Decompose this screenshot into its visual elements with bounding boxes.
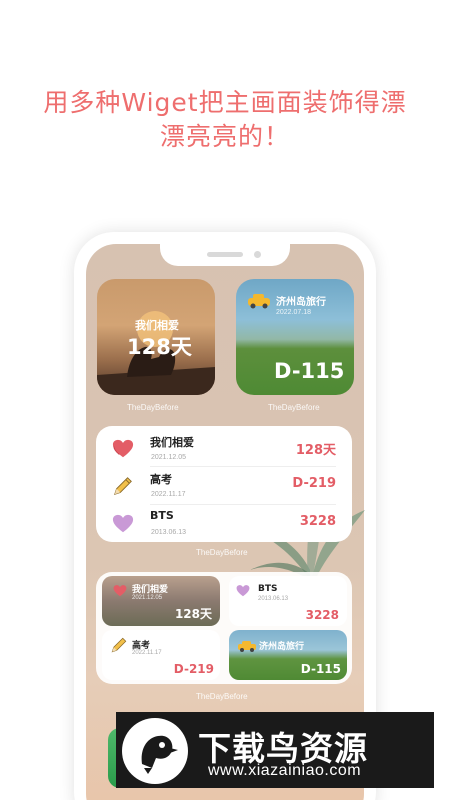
- events-list-widget[interactable]: 我们相爱 2021.12.05 128天 高考 2022.11.17 D-219…: [96, 426, 352, 542]
- grid-cell-gaokao[interactable]: 高考 2022.11.17 D-219: [102, 630, 220, 680]
- row-divider: [150, 504, 336, 505]
- list-item-value: 3228: [299, 514, 336, 529]
- list-item-date: 2013.06.13: [151, 529, 187, 536]
- heart-icon: [113, 585, 127, 597]
- grid-cell-value: 128天: [174, 607, 212, 621]
- grid-cell-value: D-115: [300, 662, 341, 676]
- couple-widget[interactable]: 我们相爱 128天: [97, 279, 215, 395]
- brand-label: TheDayBefore: [127, 403, 179, 412]
- list-item-date: 2022.11.17: [151, 491, 186, 498]
- jeju-date: 2022.07.18: [276, 309, 312, 316]
- jeju-title: 济州岛旅行: [276, 297, 326, 308]
- purple-heart-icon: [236, 585, 250, 597]
- purple-heart-icon: [112, 514, 134, 533]
- row-divider: [150, 466, 336, 467]
- list-item-date: 2021.12.05: [151, 454, 187, 461]
- pencil-icon: [111, 637, 127, 653]
- list-item-name: BTS: [150, 509, 174, 522]
- grid-cell-value: D-219: [173, 662, 214, 676]
- promo-headline: 用多种Wiget把主画面装饰得漂 漂亮亮的！: [0, 86, 450, 154]
- grid-cell-name: BTS: [258, 584, 278, 594]
- grid-cell-date: 2013.06.13: [258, 596, 289, 602]
- list-item[interactable]: 高考 2022.11.17 D-219: [96, 469, 352, 505]
- list-item-name: 高考: [150, 473, 172, 486]
- headline-line-1: 用多种Wiget把主画面装饰得漂: [43, 88, 407, 117]
- grid-cell-bts[interactable]: BTS 2013.06.13 3228: [229, 576, 347, 626]
- pencil-icon: [114, 477, 132, 495]
- speaker-grille: [207, 252, 243, 257]
- couple-value: 128天: [127, 335, 192, 359]
- grid-cell-couple[interactable]: 我们相爱 2021.12.05 128天: [102, 576, 220, 626]
- list-item[interactable]: 我们相爱 2021.12.05 128天: [96, 432, 352, 468]
- list-item-value: D-219: [292, 476, 336, 491]
- heart-icon: [112, 439, 134, 458]
- watermark-url: www.xiazainiao.com: [208, 762, 362, 779]
- brand-label: TheDayBefore: [196, 692, 248, 701]
- grid-cell-jeju[interactable]: 济州岛旅行 D-115: [229, 630, 347, 680]
- bird-logo-icon: [122, 718, 188, 784]
- grid-cell-value: 3228: [305, 608, 339, 622]
- list-item[interactable]: BTS 2013.06.13 3228: [96, 507, 352, 543]
- brand-label: TheDayBefore: [268, 403, 320, 412]
- list-item-name: 我们相爱: [150, 436, 194, 449]
- car-icon: [238, 641, 256, 652]
- grid-cell-name: 我们相爱: [132, 585, 169, 595]
- brand-label: TheDayBefore: [196, 548, 248, 557]
- headline-line-2: 漂亮亮的！: [159, 122, 290, 151]
- grid-cell-date: 2021.12.05: [132, 595, 163, 601]
- camera-dot: [254, 251, 261, 258]
- car-icon: [248, 294, 270, 309]
- jeju-value: D-115: [274, 359, 345, 383]
- list-item-value: 128天: [295, 443, 336, 458]
- grid-cell-date: 2022.11.17: [132, 650, 162, 656]
- grid-cell-name: 济州岛旅行: [259, 642, 305, 652]
- jeju-widget[interactable]: 济州岛旅行 2022.07.18 D-115: [236, 279, 354, 395]
